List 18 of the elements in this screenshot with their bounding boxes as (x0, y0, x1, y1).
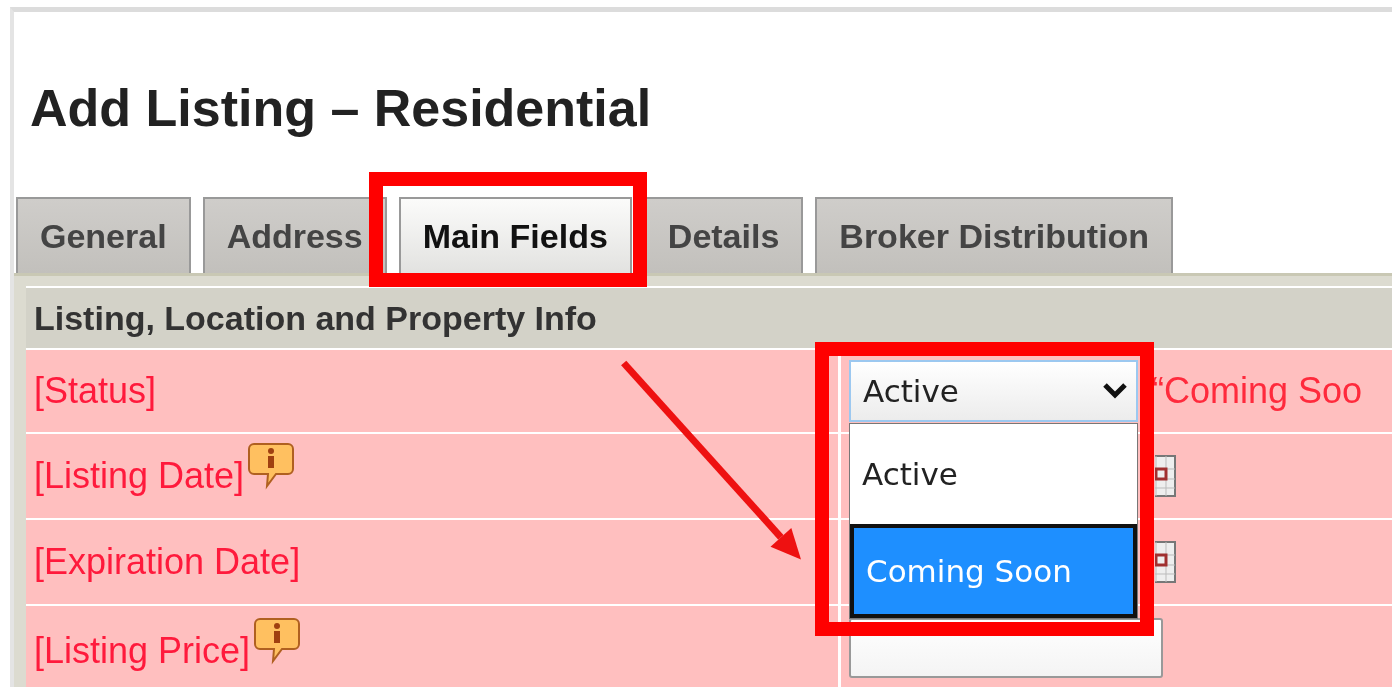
field-label: [Status] (34, 370, 157, 412)
field-label: [Listing Price] (34, 630, 251, 672)
field-label: [Listing Date] (34, 455, 245, 497)
select-value: Active (863, 373, 959, 409)
note-text: “Coming Soo (1152, 370, 1363, 412)
page-title: Add Listing – Residential (30, 78, 653, 139)
dropdown-option[interactable]: Coming Soon (850, 524, 1137, 618)
tab[interactable]: Address (202, 197, 387, 273)
field-label: [Expiration Date] (34, 541, 301, 583)
calendar-icon (1155, 541, 1176, 583)
chevron-icon (1102, 382, 1128, 400)
section-header: Listing, Location and Property Info (26, 286, 1392, 348)
dropdown-option[interactable]: Active (850, 424, 1137, 524)
tab[interactable]: General (16, 197, 191, 273)
tab[interactable]: Broker Distribution (815, 197, 1174, 273)
calendar-icon (1155, 455, 1176, 497)
status-select[interactable]: Active (849, 360, 1138, 422)
tab[interactable]: Main Fields (398, 197, 632, 273)
